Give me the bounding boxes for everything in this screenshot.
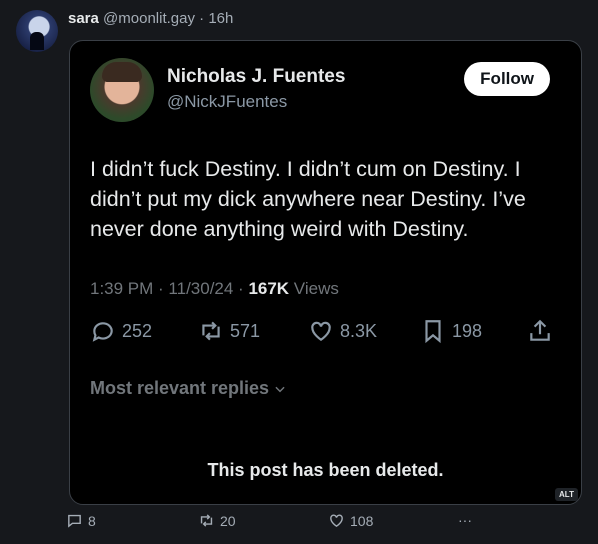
views-label: Views — [289, 279, 339, 298]
quoted-author-handle: @NickJFuentes — [167, 92, 288, 111]
quoted-bookmark-action: 198 — [420, 318, 482, 344]
bookmark-icon — [425, 320, 441, 344]
repost-button[interactable]: 20 — [198, 512, 236, 529]
chevron-down-icon — [275, 386, 285, 392]
repost-arrows-icon — [202, 321, 220, 341]
quoted-repost-count: 571 — [230, 320, 261, 341]
quoted-timestamp: 1:39 PM · 11/30/24 · — [90, 279, 249, 298]
quoted-post-image[interactable]: Nicholas J. Fuentes @NickJFuentes Follow… — [69, 40, 582, 505]
replies-sort-label: Most relevant replies — [90, 378, 287, 399]
quoted-like-action: 8.3K — [308, 318, 377, 344]
quoted-bookmark-count: 198 — [452, 320, 483, 341]
author-handle[interactable]: @moonlit.gay — [103, 10, 195, 27]
avatar-hair — [102, 62, 142, 82]
quoted-post-meta: 1:39 PM · 11/30/24 · 167K Views — [90, 279, 339, 299]
avatar-silhouette — [30, 32, 44, 50]
deleted-notice: This post has been deleted. — [207, 460, 444, 480]
header-separator: · — [199, 10, 205, 27]
speech-bubble-icon — [68, 514, 81, 528]
share-upload-icon — [530, 319, 550, 341]
post-action-bar: 8 20 108 ··· — [66, 512, 486, 532]
like-button[interactable]: 108 — [328, 512, 373, 529]
post-time[interactable]: 16h — [208, 10, 233, 27]
quoted-action-bar: 252 571 8.3K 198 — [90, 318, 560, 348]
reply-button[interactable]: 8 — [66, 512, 96, 529]
heart-icon — [311, 321, 331, 341]
quoted-like-count: 8.3K — [340, 320, 378, 341]
like-count: 108 — [350, 512, 374, 529]
quoted-author-name: Nicholas J. Fuentes — [167, 66, 346, 87]
follow-button: Follow — [464, 62, 550, 96]
heart-icon — [330, 514, 343, 528]
quoted-avatar — [90, 58, 154, 122]
replies-sort-text: Most relevant replies — [90, 378, 270, 398]
repost-arrows-icon — [200, 514, 213, 527]
reply-count: 8 — [88, 512, 96, 529]
alt-badge[interactable]: ALT — [555, 488, 578, 501]
author-name[interactable]: sara — [68, 10, 99, 27]
quoted-reply-count: 252 — [122, 320, 153, 341]
quoted-repost-action: 571 — [198, 318, 260, 344]
more-icon: ··· — [458, 512, 472, 528]
views-count: 167K — [248, 279, 290, 298]
quoted-reply-action: 252 — [90, 318, 152, 344]
repost-count: 20 — [220, 512, 236, 529]
more-options-button[interactable]: ··· — [458, 512, 472, 528]
post-header: sara @moonlit.gay · 16h — [68, 10, 233, 27]
speech-bubble-icon — [92, 322, 113, 342]
author-avatar[interactable] — [16, 10, 58, 52]
quoted-post-text: I didn’t fuck Destiny. I didn’t cum on D… — [90, 157, 526, 241]
quoted-share-action — [527, 318, 553, 344]
